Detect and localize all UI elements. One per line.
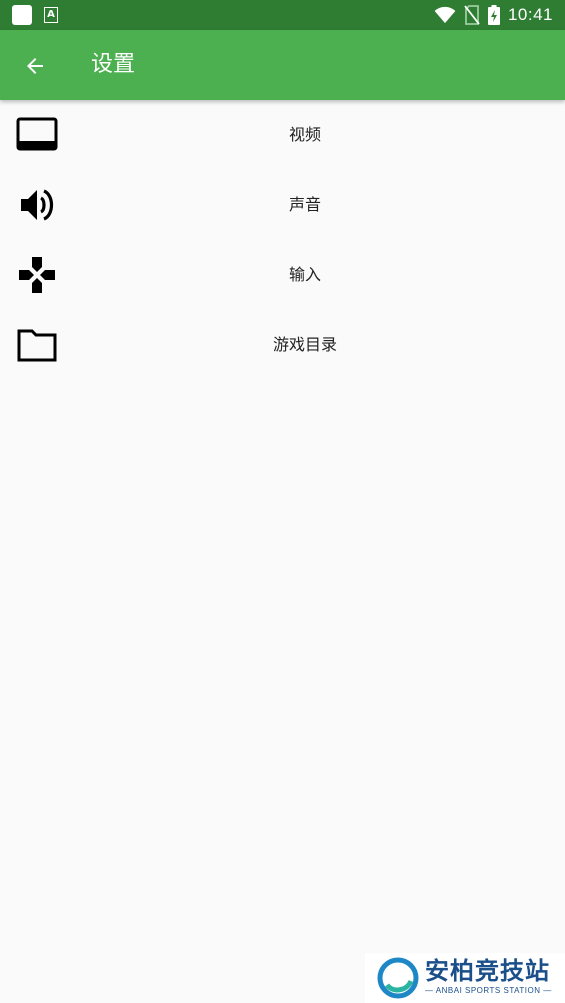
settings-item-input[interactable]: 输入 [0, 240, 565, 310]
watermark-title: 安柏竞技站 [425, 957, 550, 985]
monitor-icon [15, 116, 59, 154]
settings-item-label: 视频 [288, 125, 321, 144]
settings-item-label: 输入 [288, 265, 321, 284]
accessibility-a-icon: A [44, 7, 58, 23]
settings-item-video[interactable]: 视频 [0, 100, 565, 170]
no-sim-icon [464, 5, 480, 25]
volume-icon [15, 186, 59, 224]
gamepad-icon [15, 256, 59, 294]
settings-item-game-directory[interactable]: 游戏目录 [0, 310, 565, 380]
settings-item-label: 游戏目录 [272, 335, 337, 354]
watermark: 安柏竞技站 — ANBAI SPORTS STATION — [365, 953, 565, 1003]
notification-area: A [12, 5, 58, 25]
settings-item-sound[interactable]: 声音 [0, 170, 565, 240]
system-status-area: 10:41 [434, 4, 553, 26]
wifi-icon [434, 6, 456, 24]
back-button[interactable] [18, 49, 52, 83]
status-time: 10:41 [507, 5, 553, 24]
watermark-subtitle: — ANBAI SPORTS STATION — [425, 986, 552, 995]
settings-item-label: 声音 [288, 195, 321, 214]
page-title: 设置 [91, 52, 136, 77]
folder-icon [15, 326, 59, 364]
app-bar: 设置 [0, 30, 565, 100]
arrow-back-icon [27, 58, 43, 74]
app-notification-icon [12, 5, 32, 25]
settings-list: 视频 声音 输入 游戏目录 [0, 100, 565, 380]
status-bar: A 10:41 [0, 0, 565, 30]
battery-charging-icon [487, 5, 500, 25]
watermark-logo-icon [377, 957, 419, 999]
